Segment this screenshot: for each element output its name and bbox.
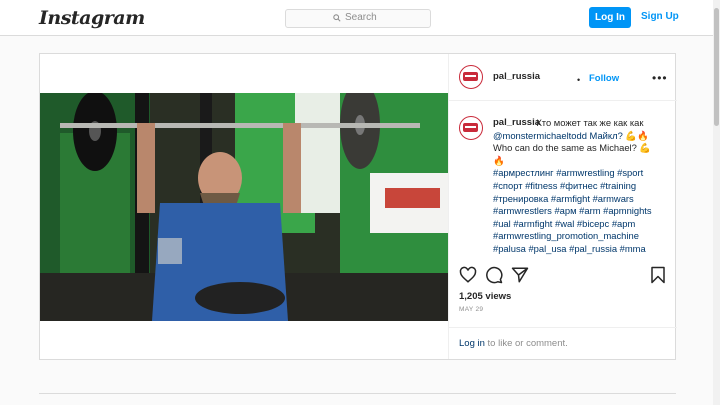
search-icon xyxy=(333,13,341,22)
search-input[interactable]: Search xyxy=(285,9,431,28)
share-icon[interactable] xyxy=(511,266,529,284)
login-button[interactable]: Log In xyxy=(589,7,631,28)
hashtag-line[interactable]: #armwrestlers #арм #arm #apmnights xyxy=(493,205,669,218)
post-header: pal_russia • Follow ••• xyxy=(449,54,677,101)
post-caption: pal_russia Кто может так же как как @mon… xyxy=(493,117,669,256)
comment-bar: Log in to like or comment. xyxy=(449,327,677,360)
caption-line: Кто может так же как как xyxy=(536,117,644,128)
hashtag-line[interactable]: #armwrestling_promotion_machine xyxy=(493,230,669,243)
post-video[interactable] xyxy=(40,93,448,321)
comment-icon[interactable] xyxy=(485,266,503,284)
follow-button[interactable]: Follow xyxy=(589,73,619,84)
bookmark-icon[interactable] xyxy=(649,266,667,284)
hashtag-line[interactable]: #армрестлинг #armwrestling #sport xyxy=(493,167,669,180)
caption-line: Who can do the same as Michael? 💪 xyxy=(493,142,652,154)
login-link[interactable]: Log in xyxy=(459,338,485,349)
video-frame xyxy=(40,93,448,321)
post-sidebar: pal_russia • Follow ••• pal_russia pal_r… xyxy=(448,54,677,359)
post-date[interactable]: MAY 29 xyxy=(459,306,483,313)
scrollbar-thumb[interactable] xyxy=(714,8,719,126)
hashtag-line[interactable]: #ual #armfight #wal #bicepc #apm xyxy=(493,218,669,231)
footer-divider xyxy=(39,393,676,394)
instagram-logo[interactable]: Instagram xyxy=(39,7,145,29)
top-navigation-bar: Instagram Search Log In Sign Up xyxy=(0,0,720,36)
more-options-icon[interactable]: ••• xyxy=(652,71,668,85)
caption-avatar[interactable] xyxy=(459,116,483,140)
heart-icon[interactable] xyxy=(459,266,477,284)
separator-dot: • xyxy=(577,75,581,85)
post-author-username[interactable]: pal_russia xyxy=(493,71,540,82)
view-count[interactable]: 1,205 views xyxy=(459,291,511,302)
hashtag-line[interactable]: #palusa #pal_usa #pal_russia #mma xyxy=(493,243,669,256)
caption-line[interactable]: @monstermichaeltodd Майкл? 💪🔥 xyxy=(493,130,669,143)
caption-line: 🔥 xyxy=(493,154,505,166)
avatar[interactable] xyxy=(459,65,483,89)
signup-link[interactable]: Sign Up xyxy=(641,11,679,22)
post-actions xyxy=(449,266,677,294)
hashtag-line[interactable]: #тренировка #armfight #armwars xyxy=(493,193,669,206)
comment-prompt: Log in to like or comment. xyxy=(459,338,568,349)
hashtag-line[interactable]: #спорт #fitness #фитнес #training xyxy=(493,180,669,193)
search-placeholder: Search xyxy=(345,12,377,23)
comment-prompt-text: to like or comment. xyxy=(484,338,568,349)
post-card: pal_russia • Follow ••• pal_russia pal_r… xyxy=(39,53,677,360)
